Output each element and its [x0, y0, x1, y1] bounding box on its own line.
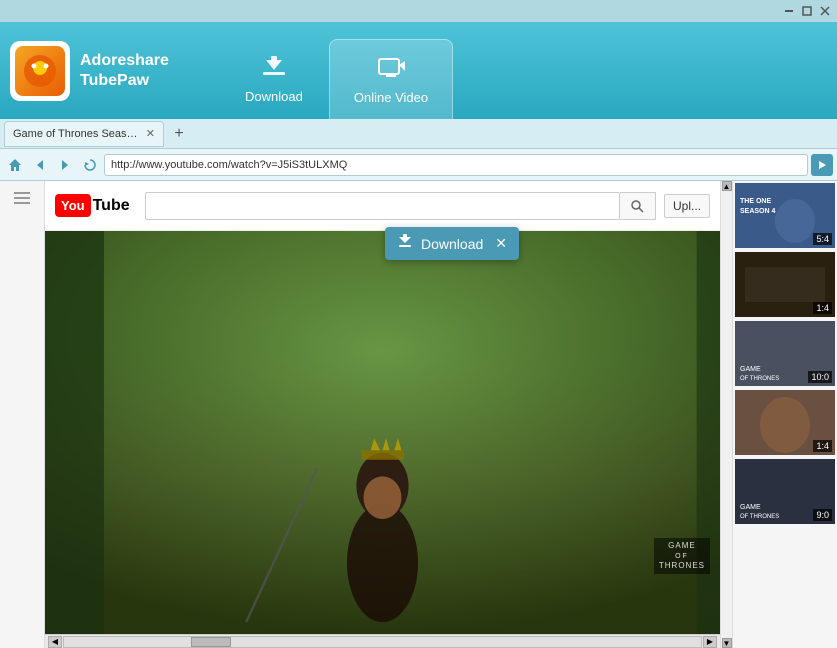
- right-thumbnails-panel: THE ONE SEASON 4 5:4 1:4 GAME: [732, 181, 837, 648]
- new-tab-button[interactable]: +: [168, 123, 190, 145]
- youtube-search-button[interactable]: [620, 192, 656, 220]
- refresh-button[interactable]: [79, 154, 101, 176]
- scroll-left-button[interactable]: ◀: [48, 636, 62, 648]
- app-header: Adoreshare TubePaw Download Onli: [0, 22, 837, 119]
- download-popup-icon: [397, 233, 413, 254]
- scroll-track[interactable]: [63, 636, 702, 648]
- youtube-search-input[interactable]: [145, 192, 620, 220]
- thumbnail-duration: 9:0: [813, 509, 832, 521]
- thumbnail-image: 1:4: [735, 390, 835, 455]
- scroll-down-button[interactable]: ▼: [722, 638, 732, 648]
- browser-tab-title: Game of Thrones Seaso...: [13, 128, 142, 140]
- svg-text:OF THRONES: OF THRONES: [740, 514, 779, 520]
- app-logo-icon: [15, 46, 65, 96]
- title-bar: [0, 0, 837, 22]
- list-item[interactable]: 1:4: [733, 388, 837, 457]
- app-title-line2: TubePaw: [80, 71, 169, 90]
- tab-download[interactable]: Download: [219, 39, 329, 119]
- thumbnail-image: GAME OF THRONES 10:0: [735, 321, 835, 386]
- browser-main: You Tube Upl... Download ✕: [45, 181, 720, 648]
- scroll-thumb: [191, 637, 231, 647]
- video-scene: GAME OF THRONES: [45, 231, 720, 634]
- scrollbar-track[interactable]: ▲ ▼: [720, 181, 732, 648]
- tab-download-label: Download: [245, 89, 303, 104]
- svg-text:SEASON 4: SEASON 4: [740, 208, 776, 215]
- youtube-logo: You Tube: [55, 194, 130, 217]
- back-button[interactable]: [29, 154, 51, 176]
- download-tab-icon: [260, 54, 288, 85]
- thumbnail-duration: 1:4: [813, 440, 832, 452]
- online-video-tab-icon: [377, 55, 405, 86]
- svg-text:OF THRONES: OF THRONES: [740, 376, 779, 382]
- maximize-button[interactable]: [799, 4, 815, 18]
- bottom-scrollbar: ◀ ▶: [45, 634, 720, 648]
- scroll-up-button[interactable]: ▲: [722, 181, 732, 191]
- app-title-area: Adoreshare TubePaw: [80, 51, 169, 89]
- browser-tab[interactable]: Game of Thrones Seaso... ✕: [4, 121, 164, 147]
- svg-text:THE ONE: THE ONE: [740, 198, 771, 205]
- menu-icon[interactable]: [14, 191, 30, 207]
- left-sidebar: [0, 181, 45, 648]
- tab-online-video[interactable]: Online Video: [329, 39, 453, 119]
- minimize-button[interactable]: [781, 4, 797, 18]
- youtube-toolbar: You Tube Upl...: [45, 181, 720, 231]
- thumbnail-duration: 5:4: [813, 233, 832, 245]
- browser-content: You Tube Upl... Download ✕: [0, 181, 837, 648]
- video-player[interactable]: GAME OF THRONES 00:17 / 14:30: [45, 231, 720, 634]
- thumbnail-duration: 1:4: [813, 302, 832, 314]
- thumbnail-image: THE ONE SEASON 4 5:4: [735, 183, 835, 248]
- download-popup-close-button[interactable]: ✕: [495, 235, 507, 252]
- address-bar-row: [0, 149, 837, 181]
- close-button[interactable]: [817, 4, 833, 18]
- list-item[interactable]: GAME OF THRONES 9:0: [733, 457, 837, 526]
- app-title-line1: Adoreshare: [80, 51, 169, 70]
- download-popup: Download ✕: [385, 227, 519, 260]
- address-input[interactable]: [104, 154, 808, 176]
- svg-text:GAME: GAME: [740, 366, 761, 373]
- thumbnail-duration: 10:0: [808, 371, 832, 383]
- youtube-logo-text: Tube: [93, 197, 130, 215]
- thumbnail-image: 1:4: [735, 252, 835, 317]
- download-popup-label: Download: [421, 236, 483, 252]
- list-item[interactable]: 1:4: [733, 250, 837, 319]
- youtube-upload-button[interactable]: Upl...: [664, 194, 710, 218]
- browser-tabs-bar: Game of Thrones Seaso... ✕ +: [0, 119, 837, 149]
- list-item[interactable]: GAME OF THRONES 10:0: [733, 319, 837, 388]
- forward-button[interactable]: [54, 154, 76, 176]
- svg-text:GAME: GAME: [740, 504, 761, 511]
- thumbnail-image: GAME OF THRONES 9:0: [735, 459, 835, 524]
- app-logo: [10, 41, 70, 101]
- tab-online-video-label: Online Video: [354, 90, 428, 105]
- video-area: GAME OF THRONES 00:17 / 14:30: [45, 231, 720, 634]
- list-item[interactable]: THE ONE SEASON 4 5:4: [733, 181, 837, 250]
- nav-tabs: Download Online Video: [219, 22, 453, 119]
- youtube-logo-box: You: [55, 194, 91, 217]
- got-watermark: GAME OF THRONES: [654, 538, 710, 574]
- window-controls: [781, 4, 833, 18]
- go-button[interactable]: [811, 154, 833, 176]
- home-button[interactable]: [4, 154, 26, 176]
- browser-tab-close-icon[interactable]: ✕: [146, 127, 155, 140]
- scroll-right-button[interactable]: ▶: [703, 636, 717, 648]
